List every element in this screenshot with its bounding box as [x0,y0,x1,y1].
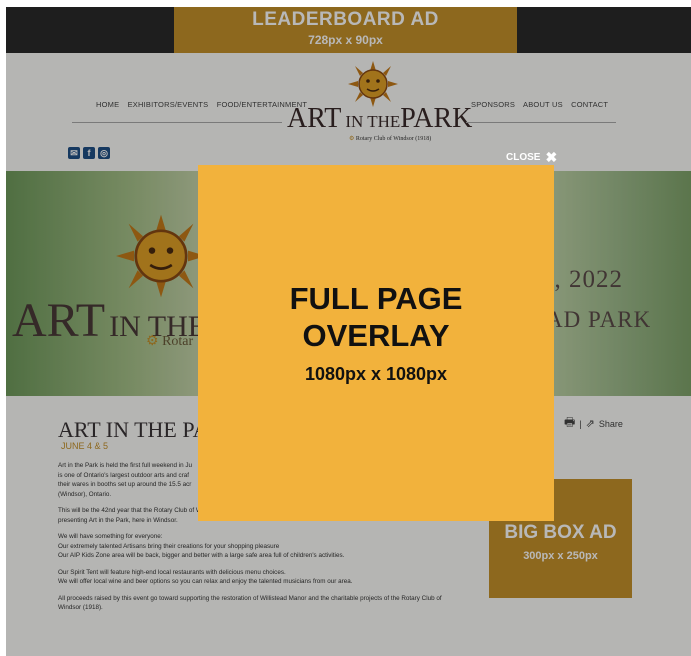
page-frame: LEADERBOARD AD 728px x 90px HOME EXHIBIT… [6,7,691,656]
overlay-size: 1080px x 1080px [304,364,448,384]
full-page-overlay-ad[interactable]: FULL PAGE OVERLAY 1080px x 1080px [198,165,554,521]
overlay-title-line2: OVERLAY [302,318,450,353]
overlay-title: FULL PAGE OVERLAY [198,280,554,354]
close-label: CLOSE [506,152,541,163]
close-button[interactable]: CLOSE ✖ [506,149,557,166]
overlay-title-line1: FULL PAGE [289,281,463,316]
close-icon: ✖ [545,149,558,165]
